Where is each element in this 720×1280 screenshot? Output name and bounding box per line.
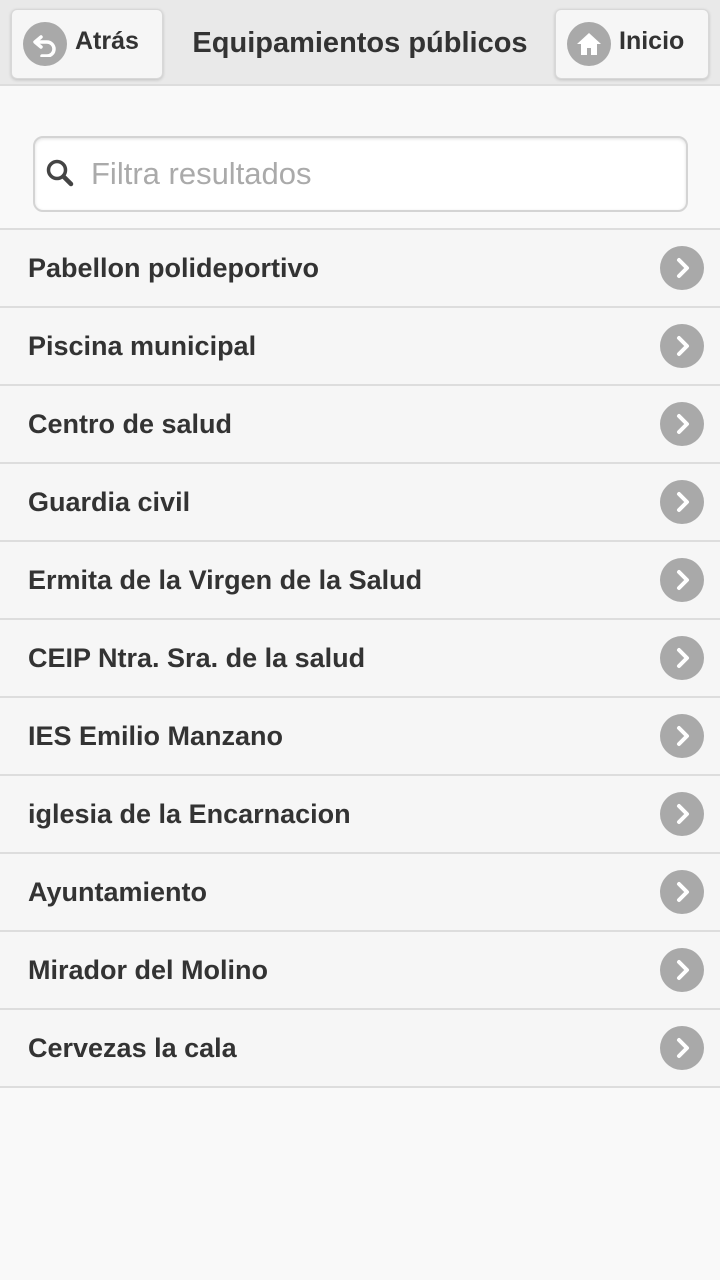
chevron-right-icon bbox=[660, 792, 704, 836]
list-item-label: Centro de salud bbox=[28, 409, 233, 439]
back-button[interactable]: Atrás bbox=[11, 9, 163, 79]
list-item-label: IES Emilio Manzano bbox=[28, 721, 284, 751]
list-item[interactable]: Cervezas la cala bbox=[0, 1010, 720, 1088]
chevron-right-icon bbox=[660, 948, 704, 992]
facilities-list: Pabellon polideportivo Piscina municipal… bbox=[0, 228, 720, 1088]
list-item[interactable]: Ayuntamiento bbox=[0, 854, 720, 932]
search-box[interactable] bbox=[33, 136, 688, 212]
header-bar: Atrás Equipamientos públicos Inicio bbox=[0, 0, 720, 86]
undo-arrow-icon bbox=[23, 22, 67, 66]
page-title: Equipamientos públicos bbox=[192, 27, 528, 59]
chevron-right-icon bbox=[660, 1026, 704, 1070]
list-item[interactable]: Ermita de la Virgen de la Salud bbox=[0, 542, 720, 620]
search-icon bbox=[45, 158, 75, 188]
chevron-right-icon bbox=[660, 636, 704, 680]
list-item-label: Guardia civil bbox=[28, 487, 191, 517]
chevron-right-icon bbox=[660, 402, 704, 446]
list-item-label: Cervezas la cala bbox=[28, 1033, 237, 1063]
list-item[interactable]: IES Emilio Manzano bbox=[0, 698, 720, 776]
list-item[interactable]: Guardia civil bbox=[0, 464, 720, 542]
home-button-label: Inicio bbox=[619, 26, 685, 55]
list-item-label: CEIP Ntra. Sra. de la salud bbox=[28, 643, 366, 673]
list-item-label: Ayuntamiento bbox=[28, 877, 208, 907]
list-item[interactable]: Piscina municipal bbox=[0, 308, 720, 386]
chevron-right-icon bbox=[660, 870, 704, 914]
list-item[interactable]: iglesia de la Encarnacion bbox=[0, 776, 720, 854]
list-item[interactable]: Pabellon polideportivo bbox=[0, 230, 720, 308]
list-item-label: Piscina municipal bbox=[28, 331, 257, 361]
back-button-label: Atrás bbox=[75, 26, 139, 55]
list-item-label: Ermita de la Virgen de la Salud bbox=[28, 565, 423, 595]
list-item[interactable]: Mirador del Molino bbox=[0, 932, 720, 1010]
search-input[interactable] bbox=[91, 138, 671, 210]
home-button[interactable]: Inicio bbox=[555, 9, 709, 79]
chevron-right-icon bbox=[660, 246, 704, 290]
chevron-right-icon bbox=[660, 558, 704, 602]
chevron-right-icon bbox=[660, 714, 704, 758]
chevron-right-icon bbox=[660, 324, 704, 368]
list-item[interactable]: CEIP Ntra. Sra. de la salud bbox=[0, 620, 720, 698]
chevron-right-icon bbox=[660, 480, 704, 524]
list-item-label: Mirador del Molino bbox=[28, 955, 268, 985]
list-item[interactable]: Centro de salud bbox=[0, 386, 720, 464]
list-item-label: iglesia de la Encarnacion bbox=[28, 799, 351, 829]
list-item-label: Pabellon polideportivo bbox=[28, 253, 320, 283]
home-icon bbox=[567, 22, 611, 66]
